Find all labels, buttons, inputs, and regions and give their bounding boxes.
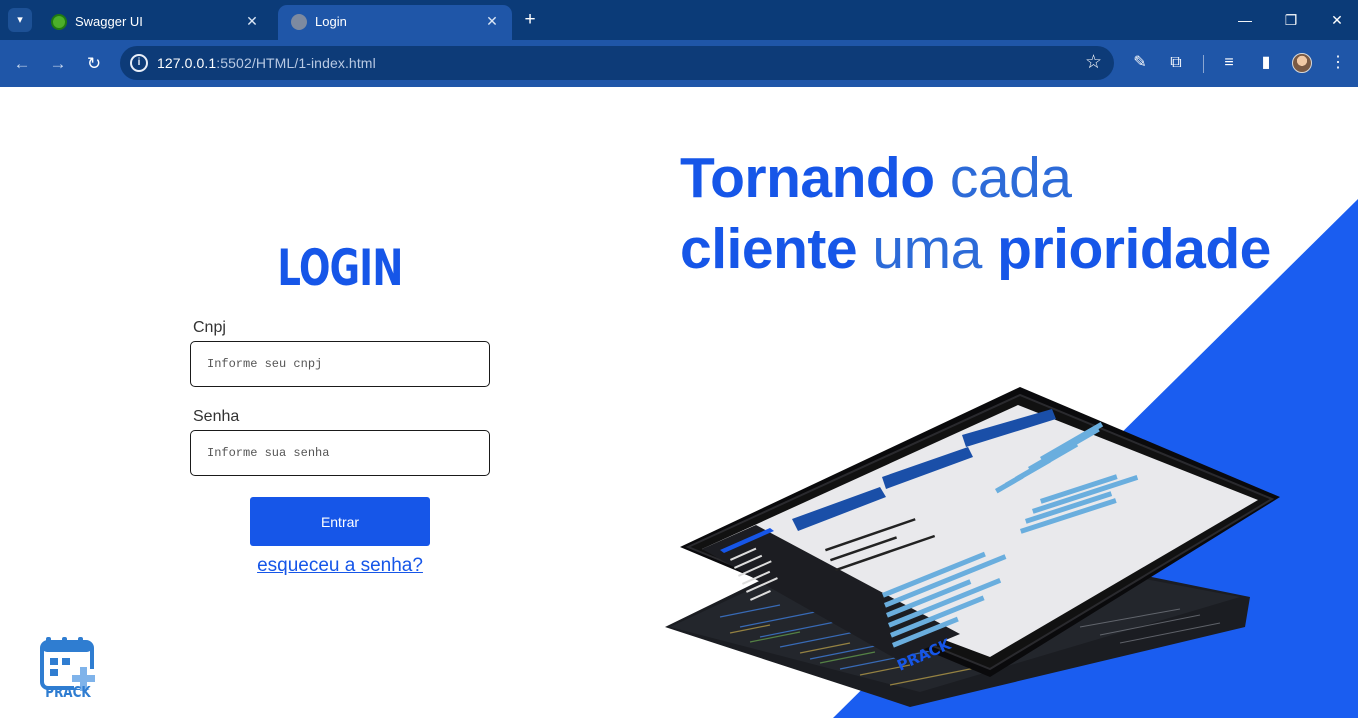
cnpj-input[interactable] [190, 341, 490, 387]
address-bar[interactable]: i 127.0.0.1:5502/HTML/1-index.html ☆ [120, 46, 1114, 80]
new-tab-button[interactable]: + [518, 10, 542, 32]
tab-title: Swagger UI [75, 14, 143, 29]
browser-tab-bar: ▾ Swagger UI ✕ Login ✕ + — ❐ ✕ [0, 0, 1358, 40]
login-page: LOGIN Cnpj Senha Entrar esqueceu a senha… [0, 87, 1358, 718]
login-title: LOGIN [277, 239, 403, 297]
globe-favicon-icon [291, 14, 307, 30]
swagger-favicon-icon [51, 14, 67, 30]
hero-headline: Tornando cada cliente uma prioridade [680, 143, 1271, 285]
senha-input[interactable] [190, 430, 490, 476]
tab-login[interactable]: Login ✕ [278, 5, 512, 40]
logo-text: PRACK [45, 683, 91, 701]
close-tab-icon[interactable]: ✕ [482, 11, 502, 31]
hero-word-prioridade: prioridade [997, 217, 1271, 281]
tablet-dashboard-illustration: PRACK [665, 387, 1280, 707]
close-window-icon[interactable]: ✕ [1322, 8, 1352, 32]
hero-word-cliente: cliente [680, 217, 858, 281]
reload-icon[interactable]: ↻ [81, 51, 107, 77]
extensions-icon[interactable]: ⧉ [1165, 52, 1187, 74]
media-controls-icon[interactable]: ≡ [1218, 52, 1240, 74]
menu-kebab-icon[interactable]: ⋮ [1327, 52, 1349, 74]
bookmark-star-icon[interactable]: ☆ [1085, 52, 1102, 74]
entrar-button[interactable]: Entrar [250, 497, 430, 546]
toolbar-divider [1203, 55, 1204, 73]
profile-avatar[interactable] [1292, 53, 1312, 73]
side-panel-icon[interactable]: ▮ [1255, 52, 1277, 74]
hero-word-uma: uma [872, 217, 982, 281]
forgot-password-link[interactable]: esqueceu a senha? [240, 555, 440, 577]
tab-title: Login [315, 14, 347, 29]
close-tab-icon[interactable]: ✕ [242, 11, 262, 31]
hero-word-cada: cada [949, 146, 1072, 210]
hero-word-tornando: Tornando [680, 146, 935, 210]
tab-search-button[interactable]: ▾ [8, 8, 32, 32]
site-info-icon[interactable]: i [130, 54, 148, 72]
back-arrow-icon[interactable]: ← [9, 51, 35, 77]
url-host: 127.0.0.1 [157, 55, 217, 71]
tab-swagger-ui[interactable]: Swagger UI ✕ [38, 5, 272, 40]
eyedropper-icon[interactable]: ✎ [1129, 52, 1151, 74]
cnpj-label: Cnpj [193, 319, 226, 336]
forward-arrow-icon[interactable]: → [45, 51, 71, 77]
restore-icon[interactable]: ❐ [1276, 8, 1306, 32]
url-text[interactable]: 127.0.0.1:5502/HTML/1-index.html [157, 55, 376, 71]
url-path: :5502/HTML/1-index.html [216, 55, 376, 71]
senha-label: Senha [193, 408, 240, 425]
minimize-icon[interactable]: — [1230, 8, 1260, 32]
browser-toolbar: ← → ↻ i 127.0.0.1:5502/HTML/1-index.html… [0, 40, 1358, 87]
